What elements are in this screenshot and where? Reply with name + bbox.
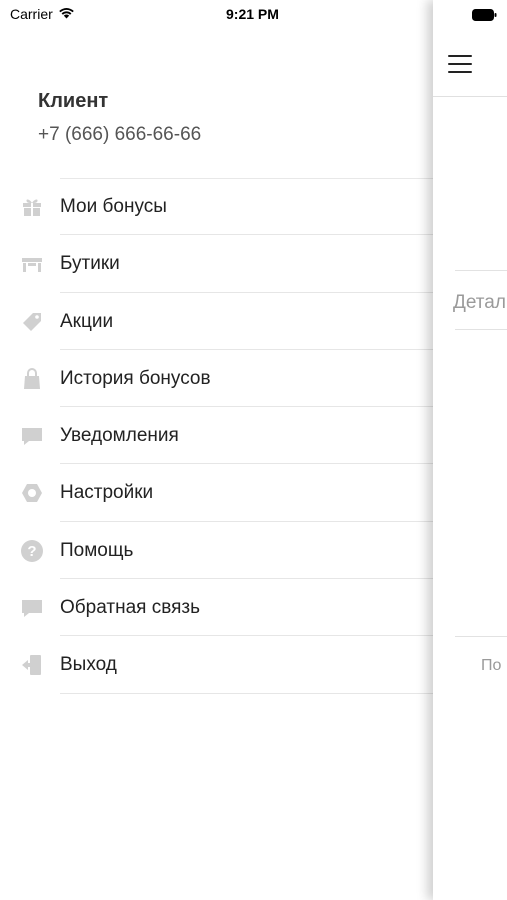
details-label: Детал <box>453 292 506 313</box>
gift-icon <box>20 195 44 219</box>
gear-icon <box>20 481 44 505</box>
tag-icon <box>20 310 44 334</box>
menu-item-notifications[interactable]: Уведомления <box>0 407 433 465</box>
menu-item-label: Мои бонусы <box>60 196 167 217</box>
side-menu-drawer: Клиент +7 (666) 666-66-66 Мои бонусы Бут… <box>0 0 433 900</box>
help-icon: ? <box>20 539 44 563</box>
menu-item-label: Акции <box>60 310 114 332</box>
divider <box>455 329 507 330</box>
menu-item-label: Настройки <box>60 482 154 504</box>
menu-list: Мои бонусы Бутики Акции История бонусов … <box>0 178 433 694</box>
menu-item-settings[interactable]: Настройки <box>0 464 433 523</box>
menu-item-my-bonuses[interactable]: Мои бонусы <box>0 178 433 236</box>
battery-icon <box>472 8 497 21</box>
app-screen: Carrier 9:21 PM Клиент +7 (666) 666-66-6… <box>0 0 507 900</box>
store-icon <box>20 252 44 276</box>
divider <box>455 636 507 637</box>
menu-item-bonus-history[interactable]: История бонусов <box>0 350 433 408</box>
menu-item-help[interactable]: ? Помощь <box>0 522 433 580</box>
menu-item-label: Уведомления <box>60 425 179 447</box>
divider <box>455 270 507 271</box>
menu-item-label: Обратная связь <box>60 597 200 619</box>
logout-icon <box>20 653 44 677</box>
menu-item-label: Бутики <box>60 253 120 275</box>
main-content-panel[interactable]: Детал По <box>433 0 507 900</box>
menu-item-logout[interactable]: Выход <box>0 636 433 694</box>
shopping-bag-icon <box>20 367 44 391</box>
hamburger-menu-icon[interactable] <box>448 52 474 76</box>
svg-text:?: ? <box>27 543 36 560</box>
menu-item-label: История бонусов <box>60 367 211 389</box>
user-name: Клиент <box>38 90 109 112</box>
menu-item-boutiques[interactable]: Бутики <box>0 235 433 293</box>
wifi-icon <box>58 6 75 22</box>
user-phone: +7 (666) 666-66-66 <box>38 124 202 145</box>
carrier-indicator: Carrier <box>10 6 75 22</box>
navbar-divider <box>433 96 507 97</box>
feedback-icon <box>20 596 44 620</box>
truncated-label: По <box>481 657 502 674</box>
message-icon <box>20 424 44 448</box>
menu-item-feedback[interactable]: Обратная связь <box>0 579 433 637</box>
carrier-label: Carrier <box>10 6 53 22</box>
menu-item-promotions[interactable]: Акции <box>0 293 433 351</box>
menu-item-label: Выход <box>60 654 117 676</box>
status-time: 9:21 PM <box>226 6 279 22</box>
menu-item-label: Помощь <box>60 539 134 561</box>
status-bar: Carrier 9:21 PM <box>0 0 507 28</box>
